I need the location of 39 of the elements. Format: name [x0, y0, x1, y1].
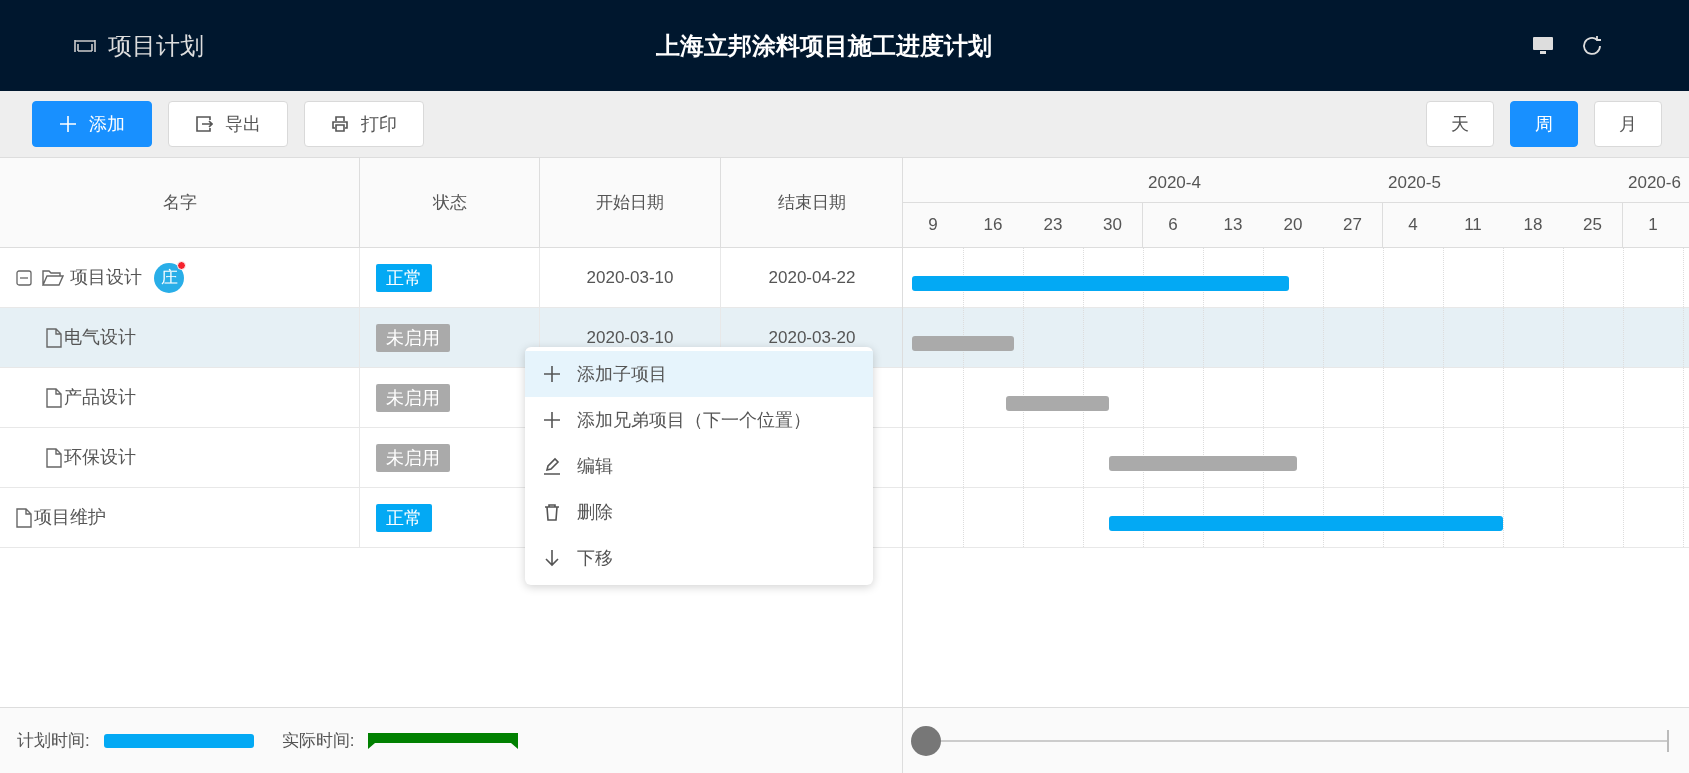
date-cell-text: 2020-03-10 [586, 326, 674, 349]
row-name: 环保设计 [64, 446, 136, 469]
month-label: 2020-4 [1148, 172, 1201, 194]
legend-label: 实际时间: [281, 729, 355, 752]
week-label: 25 [1583, 214, 1602, 237]
week-label: 13 [1223, 214, 1243, 237]
week-label: 4 [1408, 214, 1418, 237]
page-title: 上海立邦涂料项目施工进度计划 [656, 30, 992, 61]
week-label: 9 [928, 214, 938, 237]
legend-label: 计划时间: [17, 729, 90, 752]
date-cell-text: 2020-03-10 [586, 266, 674, 289]
status-tag: 正常 [376, 503, 432, 532]
week-label: 23 [1043, 214, 1063, 237]
row-name: 产品设计 [64, 386, 136, 409]
week-label: 30 [1103, 214, 1122, 237]
column-header: 结束日期 [778, 191, 846, 214]
app-title: 项目计划 [108, 30, 204, 61]
status-tag: 未启用 [376, 443, 450, 472]
month-label: 2020-6 [1628, 172, 1681, 194]
week-label: 18 [1523, 214, 1543, 237]
column-header: 名字 [162, 191, 197, 214]
date-cell-text: 2020-03-20 [768, 326, 856, 349]
week-label: 6 [1168, 214, 1178, 237]
week-label: 20 [1283, 214, 1303, 237]
column-header: 开始日期 [596, 191, 664, 214]
row-name: 项目设计 [70, 266, 142, 289]
column-header: 状态 [432, 191, 467, 214]
month-label: 2020-5 [1388, 172, 1441, 194]
week-label: 1 [1648, 214, 1658, 237]
status-tag: 未启用 [376, 323, 450, 352]
week-label: 27 [1343, 214, 1362, 237]
status-tag: 正常 [376, 263, 432, 292]
date-cell-text: 2020-04-22 [768, 266, 856, 289]
week-label: 11 [1464, 214, 1482, 237]
row-name: 项目维护 [34, 506, 106, 529]
row-name: 电气设计 [64, 326, 136, 349]
week-label: 16 [983, 214, 1003, 237]
avatar: 庄 [154, 262, 184, 293]
status-tag: 未启用 [376, 383, 450, 412]
